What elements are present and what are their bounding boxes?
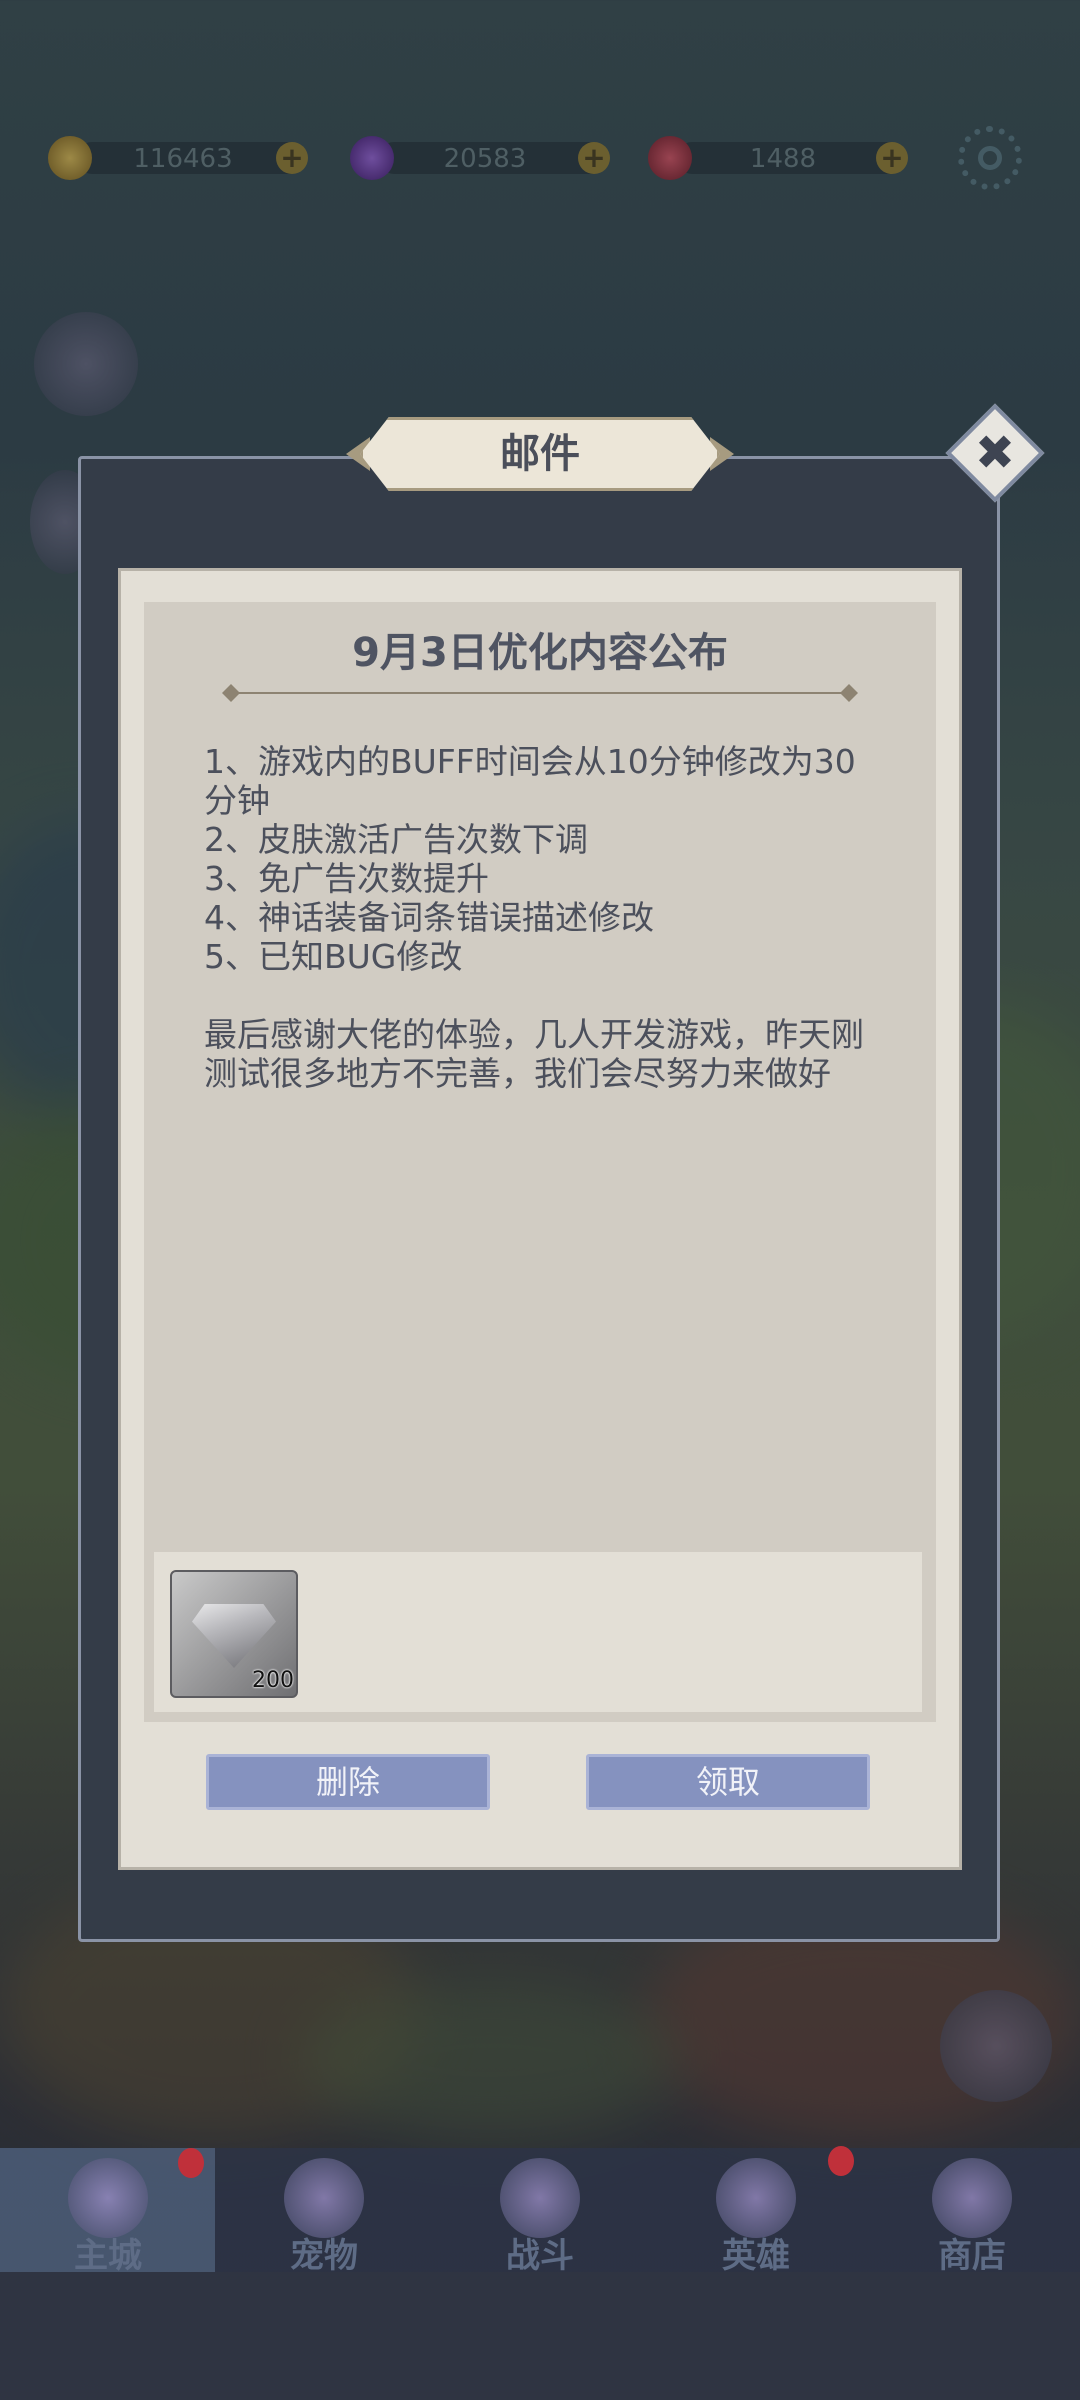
main-city-badge bbox=[178, 2148, 204, 2178]
title-divider bbox=[228, 692, 852, 694]
claim-button[interactable]: 领取 bbox=[586, 1754, 870, 1810]
nav-item-pet[interactable]: 宠物 bbox=[216, 2148, 432, 2276]
nav-item-shop[interactable]: 商店 bbox=[864, 2148, 1080, 2276]
nav-label: 英雄 bbox=[722, 2236, 790, 2276]
shop-icon bbox=[932, 2158, 1012, 2238]
nav-label: 主城 bbox=[74, 2236, 142, 2276]
nav-label: 宠物 bbox=[290, 2236, 358, 2276]
battle-icon bbox=[500, 2158, 580, 2238]
castle-icon bbox=[68, 2158, 148, 2238]
mail-body: 1、游戏内的BUFF时间会从10分钟修改为30分钟 2、皮肤激活广告次数下调 3… bbox=[204, 742, 864, 1093]
nav-item-battle[interactable]: 战斗 bbox=[432, 2148, 648, 2276]
nav-label: 商店 bbox=[938, 2236, 1006, 2276]
modal-title: 邮件 bbox=[500, 431, 580, 477]
close-icon[interactable]: ✖ bbox=[960, 418, 1030, 488]
bottom-strip bbox=[0, 2272, 1080, 2400]
reward-count: 200 bbox=[252, 1668, 294, 1693]
mail-title: 9月3日优化内容公布 bbox=[352, 630, 728, 676]
pet-icon bbox=[284, 2158, 364, 2238]
nav-label: 战斗 bbox=[506, 2236, 574, 2276]
hero-badge bbox=[828, 2146, 854, 2176]
delete-button[interactable]: 删除 bbox=[206, 1754, 490, 1810]
hero-icon bbox=[716, 2158, 796, 2238]
